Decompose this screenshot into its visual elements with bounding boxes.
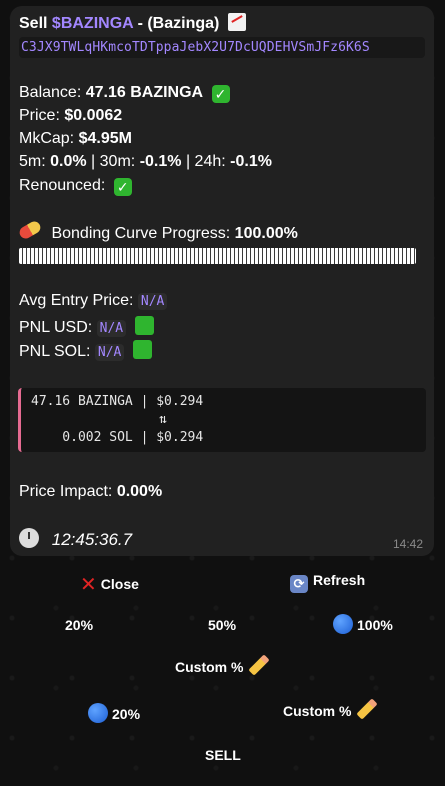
balance-value: 47.16 BAZINGA [85,84,204,101]
sell-100-label: 100% [357,617,393,633]
divider: | [91,153,96,170]
custom-percent-button-2[interactable]: Custom % [283,698,379,720]
avg-entry-label: Avg Entry Price: [19,292,134,309]
bonding-progress-fill [19,248,416,264]
change-24h-label: 24h: [194,153,226,170]
price-value: $0.0062 [64,107,123,124]
timestamp-text: 12:45:36.7 [51,530,133,549]
token-address[interactable]: C3JX9TWLqHKmcoTDTppaJebX2U7DcUQDEHVSmJFz… [19,37,425,58]
message-time: 14:42 [392,537,423,551]
bonding-row: Bonding Curve Progress: 100.00% [17,219,298,243]
pnl-usd-row: PNL USD: N/A [19,316,154,337]
change-5m-label: 5m: [19,153,46,170]
custom-percent-button[interactable]: Custom % [175,654,271,676]
renounced-label: Renounced: [19,177,106,194]
selected-20-label: 20% [112,706,141,722]
header-title: Sell $BAZINGA - (Bazinga) [19,13,246,33]
change-24h-value: -0.1% [230,153,272,170]
sell-50-percent-button[interactable]: 50% [208,617,236,633]
refresh-button-label: Refresh [313,572,366,588]
sell-button[interactable]: SELL [205,747,241,763]
header-prefix: Sell [19,15,48,32]
close-button[interactable]: ✕ Close [80,572,139,597]
close-button-label: Close [100,576,139,592]
balance-label: Balance: [19,84,82,101]
sell-button-label: SELL [205,747,241,763]
pnl-sol-value[interactable]: N/A [94,344,125,361]
token-ticker-link[interactable]: $BAZINGA [52,15,133,32]
pnl-usd-value[interactable]: N/A [96,320,127,337]
swap-to-line: 0.002 SOL | $0.294 [31,430,204,445]
custom-percent-label: Custom % [175,659,244,675]
divider: | [185,153,191,170]
mkcap-value: $4.95M [78,130,132,147]
renounced-row: Renounced: ✓ [19,177,132,196]
price-impact-row: Price Impact: 0.00% [19,483,162,501]
pnl-usd-label: PNL USD: [19,319,93,336]
green-square-icon [132,340,152,359]
bonding-label: Bonding Curve Progress: [51,225,231,242]
price-impact-label: Price Impact: [19,483,113,500]
selected-dot-icon [88,703,108,723]
mkcap-label: MkCap: [19,130,75,147]
change-5m-value: 0.0% [50,153,87,170]
green-square-icon [134,316,154,335]
check-mark-icon: ✓ [211,85,230,103]
pnl-sol-label: PNL SOL: [19,343,91,360]
pnl-sol-row: PNL SOL: N/A [19,340,152,361]
token-name: (Bazinga) [147,15,220,32]
change-30m-label: 30m: [99,153,136,170]
bonding-progress-bar [19,248,416,264]
sell-20-label: 20% [65,617,94,633]
chart-up-icon [227,13,246,31]
selected-20-percent-button[interactable]: 20% [88,703,140,723]
refresh-button[interactable]: ⟳ Refresh [290,572,365,593]
sell-50-label: 50% [208,617,237,633]
swap-from-line: 47.16 BAZINGA | $0.294 [31,394,204,409]
avg-entry-row: Avg Entry Price: N/A [19,292,168,310]
check-mark-icon: ✓ [113,178,132,196]
avg-entry-value[interactable]: N/A [137,293,168,310]
clock-icon [19,528,39,548]
selected-dot-icon [333,614,353,634]
balance-row: Balance: 47.16 BAZINGA ✓ [19,84,230,103]
swap-arrow-icon: ⇅ [159,412,167,427]
price-label: Price: [19,107,60,124]
bonding-value: 100.00% [234,225,298,242]
custom-percent-label-2: Custom % [283,703,352,719]
sell-20-percent-button[interactable]: 20% [65,617,93,633]
timestamp-row: 12:45:36.7 [19,528,132,550]
change-30m-value: -0.1% [139,153,182,170]
sell-100-percent-button[interactable]: 100% [333,614,393,634]
header-separator: - [137,15,143,32]
close-icon: ✕ [80,574,97,596]
mkcap-row: MkCap: $4.95M [19,130,132,148]
price-row: Price: $0.0062 [19,107,122,125]
swap-preview-block[interactable]: 47.16 BAZINGA | $0.294 ⇅ 0.002 SOL | $0.… [18,388,426,452]
price-impact-value: 0.00% [116,483,163,500]
refresh-icon: ⟳ [290,575,308,593]
price-change-row: 5m: 0.0% | 30m: -0.1% | 24h: -0.1% [19,153,272,171]
